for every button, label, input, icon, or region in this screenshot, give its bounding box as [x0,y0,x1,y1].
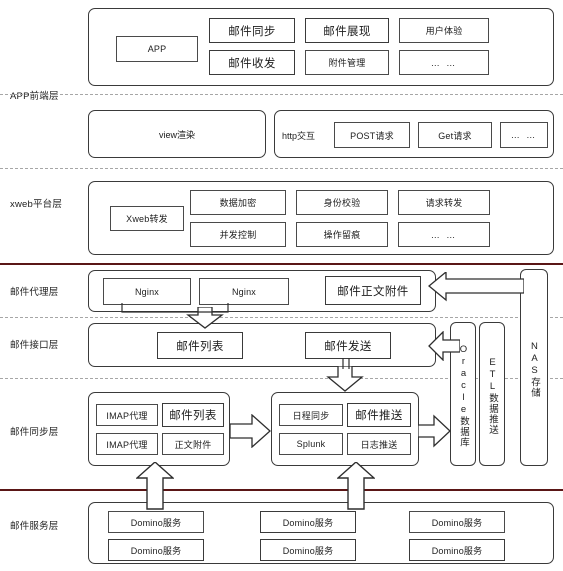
view-render-container: view渲染 [88,110,266,158]
proxy-nginx-1[interactable]: Nginx [103,278,191,305]
xweb-forward-box[interactable]: Xweb转发 [110,206,184,231]
separator-sync-service [0,489,563,492]
app-feature-user-experience[interactable]: 用户体验 [399,18,489,43]
arrow-sync-left-to-right [230,414,271,448]
xweb-feature-concurrency-control[interactable]: 并发控制 [190,222,286,247]
xweb-feature-data-encryption[interactable]: 数据加密 [190,190,286,215]
domino-service-2[interactable]: Domino服务 [260,511,356,533]
layer-label-mail-service: 邮件服务层 [10,521,59,532]
proxy-mail-body-attachment[interactable]: 邮件正文附件 [325,276,421,305]
storage-column-etl[interactable]: ETL数据推送 [479,322,505,466]
sync-right-container: 日程同步 邮件推送 Splunk 日志推送 [271,392,419,466]
app-feature-more[interactable]: … … [399,50,489,75]
xweb-feature-more[interactable]: … … [398,222,490,247]
arrow-service-to-sync-up-left [136,462,174,510]
http-more-requests[interactable]: … … [500,122,548,148]
app-box[interactable]: APP [116,36,198,62]
layer-label-app-front: APP前端层 [10,91,59,102]
separator-app-xweb [0,94,563,95]
app-feature-mail-display[interactable]: 邮件展现 [305,18,389,43]
http-get-request[interactable]: Get请求 [418,122,492,148]
app-feature-attachment-mgmt[interactable]: 附件管理 [305,50,389,75]
separator-xweb-proxy [0,263,563,266]
storage-column-nas-label: NAS存储 [528,341,540,398]
storage-column-nas[interactable]: NAS存储 [520,269,548,466]
arrow-service-to-sync-up-right [337,462,375,510]
storage-column-etl-label: ETL数据推送 [486,357,498,435]
layer-label-mail-sync: 邮件同步层 [10,427,59,438]
layer-label-mail-proxy: 邮件代理层 [10,287,59,298]
sync-body-attachment[interactable]: 正文附件 [162,433,224,455]
sync-calendar-sync[interactable]: 日程同步 [279,404,343,426]
architecture-diagram: APP前端层 xweb平台层 邮件代理层 邮件接口层 邮件同步层 邮件服务层 A… [0,0,563,571]
connector-mail-send-down [342,358,350,369]
xweb-layer-container: Xweb转发 数据加密 身份校验 请求转发 并发控制 操作留痕 … … [88,181,554,255]
app-feature-mail-sendrecv[interactable]: 邮件收发 [209,50,295,75]
layer-label-xweb: xweb平台层 [10,199,63,210]
app-feature-mail-sync[interactable]: 邮件同步 [209,18,295,43]
http-post-request[interactable]: POST请求 [334,122,410,148]
http-container: http交互 POST请求 Get请求 … … [274,110,554,158]
sync-left-container: IMAP代理 邮件列表 IMAP代理 正文附件 [88,392,230,466]
domino-service-6[interactable]: Domino服务 [409,539,505,561]
domino-service-1[interactable]: Domino服务 [108,511,204,533]
sync-mail-push[interactable]: 邮件推送 [347,403,411,427]
api-layer-container: 邮件列表 邮件发送 [88,323,436,367]
sync-imap-proxy-2[interactable]: IMAP代理 [96,433,158,455]
domino-service-5[interactable]: Domino服务 [260,539,356,561]
arrow-nas-to-proxy-left [428,272,524,302]
sync-mail-list[interactable]: 邮件列表 [162,403,224,427]
view-render-label: view渲染 [158,129,195,140]
arrow-sync-to-oracle [418,414,451,448]
layer-label-mail-api: 邮件接口层 [10,340,59,351]
separator-view-xweb [0,168,563,169]
proxy-nginx-2[interactable]: Nginx [199,278,289,305]
xweb-feature-identity-check[interactable]: 身份校验 [296,190,388,215]
sync-splunk[interactable]: Splunk [279,433,343,455]
http-label: http交互 [282,130,316,141]
app-layer-container: APP 邮件同步 邮件展现 用户体验 邮件收发 附件管理 … … [88,8,554,86]
sync-imap-proxy-1[interactable]: IMAP代理 [96,404,158,426]
api-mail-send[interactable]: 邮件发送 [305,332,391,359]
domino-service-3[interactable]: Domino服务 [409,511,505,533]
sync-log-push[interactable]: 日志推送 [347,433,411,455]
api-mail-list[interactable]: 邮件列表 [157,332,243,359]
arrow-oracle-to-api-left [428,331,460,361]
connector-nginx-merge [121,303,229,313]
domino-service-4[interactable]: Domino服务 [108,539,204,561]
service-layer-container: Domino服务 Domino服务 Domino服务 Domino服务 Domi… [88,502,554,564]
xweb-feature-request-forward[interactable]: 请求转发 [398,190,490,215]
xweb-feature-operation-audit[interactable]: 操作留痕 [296,222,388,247]
separator-proxy-api [0,317,563,318]
